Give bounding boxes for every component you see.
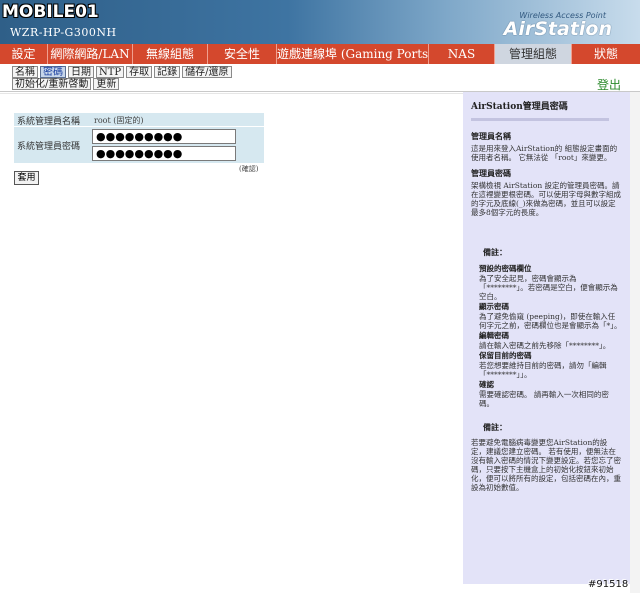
nav-nas[interactable]: NAS: [429, 44, 495, 64]
help-note-item-head: 確認: [479, 380, 494, 389]
model-name: WZR-HP-G300NH: [10, 26, 117, 39]
help-note2-head: 備註：: [483, 422, 507, 432]
admin-name-value: root (固定的): [94, 116, 144, 125]
subtab-init-reboot[interactable]: 初始化/重新啓動: [12, 78, 92, 90]
subtab-password[interactable]: 密碼: [40, 66, 66, 78]
right-scroll-strip: [630, 92, 640, 593]
password-input[interactable]: ●●●●●●●●●: [92, 129, 236, 144]
subnav-row-1: 名稱 密碼 日期 NTP 存取 記錄 儲存/還原: [12, 66, 234, 78]
help-section-head: 管理員名稱: [471, 131, 511, 141]
apply-button[interactable]: 套用: [14, 171, 39, 185]
help-panel: AirStation管理員密碼 管理員名稱 這是用來登入AirStation的 …: [463, 92, 630, 584]
nav-gaming-ports[interactable]: 遊戲連線埠 (Gaming Ports): [277, 44, 429, 64]
footer-image-id: #91518: [588, 579, 629, 590]
help-note-item-text: 請在輸入密碼之前先移除「********」。: [479, 341, 611, 350]
content-divider: [0, 93, 463, 94]
nav-wireless[interactable]: 無線組態: [133, 44, 208, 64]
subtab-name[interactable]: 名稱: [12, 66, 38, 78]
help-note-item-text: 需要確認密碼。 請再輸入一次相同的密碼。: [479, 390, 609, 408]
admin-name-row: 系統管理員名稱 root (固定的): [14, 113, 264, 127]
help-rule: [471, 118, 609, 121]
help-note-item-head: 預設的密碼欄位: [479, 264, 532, 273]
subtab-save-restore[interactable]: 儲存/還原: [182, 66, 232, 78]
brand-logo: AirStation: [503, 18, 612, 40]
help-note-item-head: 顯示密碼: [479, 302, 509, 311]
top-navigation: 設定 網際網路/LAN 無線組態 安全性 遊戲連線埠 (Gaming Ports…: [0, 44, 640, 64]
help-note-item-text: 若您想要維持目前的密碼，請勿「編輯「********」」。: [479, 361, 607, 379]
admin-name-label: 系統管理員名稱: [17, 117, 81, 127]
help-note2-text: 若要避免電腦病毒變更您AirStation的設定，建議您建立密碼。 若有使用，便…: [471, 438, 621, 492]
help-note-item-text: 為了避免偷窺 (peeping)，即使在輸入任何字元之前，密碼欄位也是會顯示為「…: [479, 312, 622, 330]
admin-password-label: 系統管理員密碼: [17, 142, 81, 152]
watermark-logo: MOBILE01: [2, 2, 99, 22]
nav-internet-lan[interactable]: 網際網路/LAN: [48, 44, 133, 64]
header-banner: MOBILE01 WZR-HP-G300NH Wireless Access P…: [0, 0, 640, 44]
subtab-access[interactable]: 存取: [126, 66, 153, 78]
nav-status[interactable]: 狀態: [572, 44, 640, 64]
subnav-row-2: 初始化/重新啓動 更新: [12, 78, 121, 90]
help-section-text: 架構檢視 AirStation 設定的管理員密碼。請在這裡變更根密碼。可以使用字…: [471, 181, 621, 217]
nav-setup[interactable]: 設定: [0, 44, 48, 64]
help-note-item-text: 為了安全起見，密碼會顯示為「********」。若密碼是空白，便會顯示為空白。: [479, 274, 618, 301]
password-confirm-input[interactable]: ●●●●●●●●●: [92, 146, 236, 161]
help-note-head: 備註：: [483, 247, 507, 257]
admin-password-row: 系統管理員密碼 ●●●●●●●●● ●●●●●●●●● (確認): [14, 127, 264, 173]
nav-security[interactable]: 安全性: [208, 44, 277, 64]
help-section-head: 管理員密碼: [471, 168, 511, 178]
subtab-log[interactable]: 記錄: [154, 66, 181, 78]
subtab-update[interactable]: 更新: [93, 78, 120, 90]
help-section-text: 這是用來登入AirStation的 組態設定畫面的使用者名稱。 它無法從 「ro…: [471, 144, 618, 162]
help-note-item-head: 編輯密碼: [479, 331, 509, 340]
help-title: AirStation管理員密碼: [471, 102, 568, 112]
help-note-item-head: 保留目前的密碼: [479, 351, 532, 360]
nav-admin-config[interactable]: 管理組態: [495, 44, 572, 64]
confirm-label: (確認): [239, 165, 259, 173]
subtab-ntp[interactable]: NTP: [96, 66, 125, 78]
subtab-date[interactable]: 日期: [68, 66, 94, 78]
